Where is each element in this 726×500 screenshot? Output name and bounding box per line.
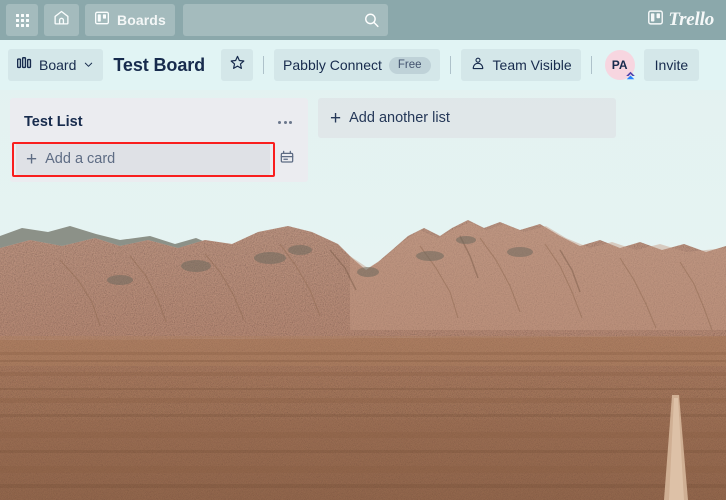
header-divider-1 — [263, 56, 265, 74]
card-template-icon — [279, 149, 295, 170]
board-visibility-label: Team Visible — [492, 57, 572, 73]
trello-board-page: Boards Trello Board Test Board Pabbly Co… — [0, 0, 726, 500]
add-a-card-button[interactable]: + Add a card — [16, 142, 270, 176]
star-icon — [229, 54, 246, 76]
plus-icon: + — [330, 107, 342, 129]
card-template-button[interactable] — [272, 144, 302, 174]
star-board-button[interactable] — [221, 49, 254, 81]
team-visibility-icon — [470, 56, 486, 74]
add-a-card-label: Add a card — [45, 151, 116, 167]
workspace-button[interactable]: Pabbly Connect Free — [274, 49, 440, 81]
board-header-bar: Board Test Board Pabbly Connect Free Tea… — [0, 40, 726, 90]
home-icon — [53, 9, 70, 31]
header-divider-2 — [449, 56, 451, 74]
board-view-icon — [16, 57, 32, 73]
boards-button[interactable]: Boards — [85, 4, 175, 36]
header-divider-3 — [590, 56, 592, 74]
list-title[interactable]: Test List — [24, 114, 83, 130]
board-view-label: Board — [39, 57, 77, 73]
add-another-list-button[interactable]: + Add another list — [318, 98, 616, 138]
invite-button[interactable]: Invite — [643, 49, 700, 81]
list-header: Test List — [10, 104, 308, 142]
atlassian-badge-icon — [624, 69, 637, 82]
avatar[interactable]: PA — [604, 50, 637, 82]
board-view-switcher[interactable]: Board — [8, 49, 104, 81]
trello-logo[interactable]: Trello — [647, 9, 714, 31]
board-title[interactable]: Test Board — [109, 55, 215, 76]
list-test-list: Test List + Add a card — [10, 98, 308, 182]
chevron-down-icon — [83, 57, 94, 73]
trello-logo-icon — [647, 9, 664, 31]
boards-label: Boards — [117, 12, 166, 28]
apps-switcher-button[interactable] — [6, 4, 38, 36]
board-canvas: Test List + Add a card + Add another lis… — [0, 90, 726, 500]
board-visibility-button[interactable]: Team Visible — [460, 49, 581, 81]
plus-icon: + — [26, 148, 38, 170]
home-button[interactable] — [44, 4, 79, 36]
top-navigation-bar: Boards Trello — [0, 0, 726, 40]
workspace-label: Pabbly Connect — [283, 57, 382, 73]
invite-label: Invite — [654, 57, 689, 73]
workspace-plan-badge: Free — [388, 56, 431, 74]
grid-apps-icon — [15, 13, 29, 27]
add-another-list-label: Add another list — [349, 110, 450, 126]
search-field-wrapper[interactable] — [182, 4, 398, 36]
trello-wordmark: Trello — [668, 9, 714, 30]
boards-icon — [94, 10, 110, 31]
search-icon[interactable] — [363, 12, 380, 29]
add-card-row: + Add a card — [10, 142, 308, 178]
list-menu-icon[interactable] — [272, 110, 298, 134]
